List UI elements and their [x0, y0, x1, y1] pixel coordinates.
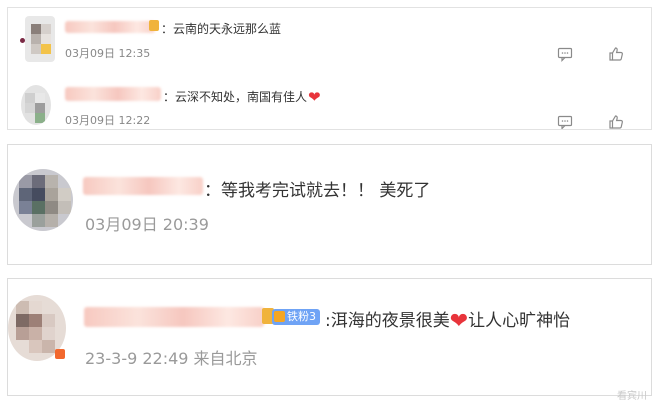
avatar[interactable]	[13, 169, 73, 231]
comment-card-small: ：云南的天永远那么蓝 03月09日 12:35 ：云深不知处，南国有佳人❤ 03…	[7, 7, 652, 130]
comment-text: ：等我考完试就去！！ 美死了	[204, 181, 431, 201]
avatar[interactable]	[25, 16, 55, 62]
fan-badge[interactable]: 铁粉3	[272, 309, 320, 325]
comment-icon[interactable]	[557, 46, 573, 62]
avatar-badge-icon	[55, 349, 65, 359]
badge-icon	[274, 311, 285, 322]
comment-text: ：云深不知处，南国有佳人❤	[163, 88, 321, 106]
heart-emoji: ❤	[308, 88, 321, 106]
heart-emoji: ❤	[449, 309, 469, 334]
comment-time: 03月09日 12:35	[65, 47, 151, 60]
comment-text: :洱海的夜景很美❤让人心旷神怡	[325, 309, 571, 334]
comment-icon[interactable]	[557, 114, 573, 130]
comment-time: 23-3-9 22:49 来自北京	[85, 349, 258, 368]
badge-label: 铁粉3	[287, 310, 316, 323]
watermark: 看宾川	[617, 391, 647, 402]
avatar[interactable]	[21, 85, 51, 125]
thumbs-up-icon[interactable]	[608, 114, 624, 130]
comment-text: ：云南的天永远那么蓝	[161, 22, 282, 36]
username-blurred[interactable]	[84, 307, 264, 327]
comment-time: 03月09日 12:22	[65, 114, 151, 127]
comment-card: 铁粉3 :洱海的夜景很美❤让人心旷神怡 23-3-9 22:49 来自北京	[7, 278, 652, 396]
comment-time: 03月09日 20:39	[85, 215, 209, 234]
avatar-dot	[20, 38, 25, 43]
comment-card: ：等我考完试就去！！ 美死了 03月09日 20:39	[7, 144, 652, 265]
username-blurred[interactable]	[65, 87, 161, 101]
thumbs-up-icon[interactable]	[608, 46, 624, 62]
username-blurred[interactable]	[83, 177, 203, 195]
user-badge-icon	[149, 20, 159, 31]
username-blurred[interactable]	[65, 21, 155, 33]
